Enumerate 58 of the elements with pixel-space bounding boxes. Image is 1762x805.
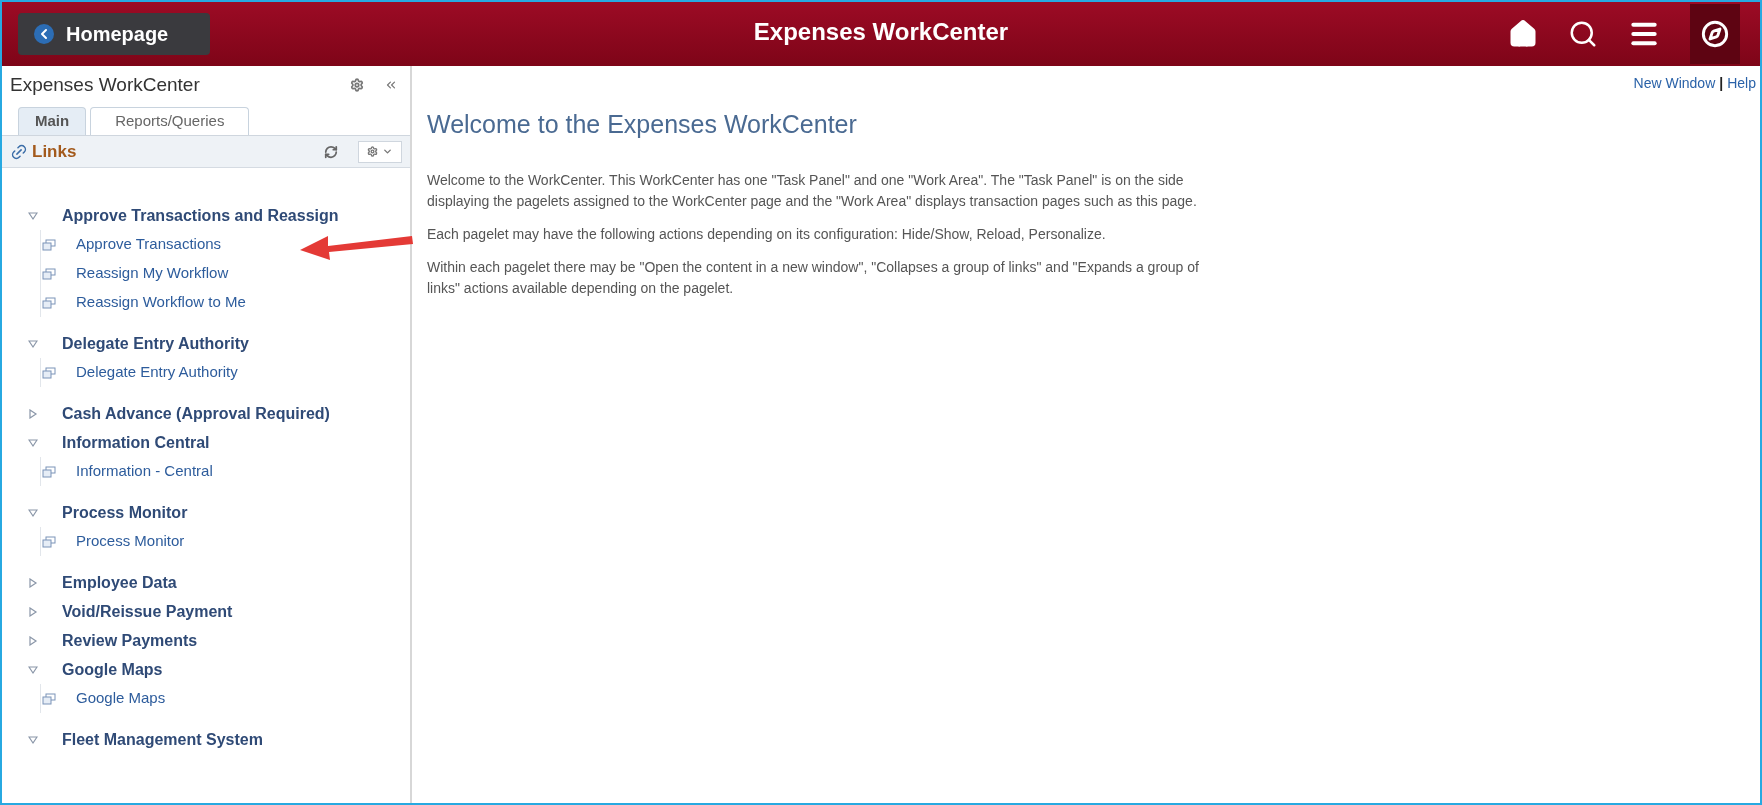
link-group-title[interactable]: Cash Advance (Approval Required) [62,401,330,426]
panel-title: Expenses WorkCenter [10,72,200,97]
welcome-heading: Welcome to the Expenses WorkCenter [427,109,858,140]
settings-icon[interactable] [350,78,364,92]
expand-triangle-icon[interactable] [28,408,38,419]
new-window-icon[interactable] [42,692,56,705]
link-group-title[interactable]: Review Payments [62,628,198,653]
link-item[interactable]: Approve Transactions [76,233,222,256]
caret-icon [382,146,393,157]
collapse-triangle-icon[interactable] [28,338,38,349]
homepage-button[interactable]: Homepage [18,13,210,55]
collapse-triangle-icon[interactable] [28,210,38,221]
new-window-icon[interactable] [42,296,56,309]
link-group-title[interactable]: Delegate Entry Authority [62,331,249,356]
new-window-icon[interactable] [42,267,56,280]
tab[interactable]: Main [18,107,87,135]
header-link[interactable]: Help [1727,72,1756,94]
page-title: Expenses WorkCenter [753,17,1009,47]
link-item[interactable]: Google Maps [76,687,166,710]
expand-triangle-icon[interactable] [28,577,38,588]
collapse-triangle-icon[interactable] [28,437,38,448]
welcome-paragraph: Each pagelet may have the following actions depending on its configuration: Hide/Show, Reload, Personalize. [427,224,1107,244]
link-item[interactable]: Delegate Entry Authority [76,361,238,384]
link-group-title[interactable]: Void/Reissue Payment [62,599,233,624]
new-window-icon[interactable] [42,535,56,548]
link-group-title[interactable]: Fleet Management System [62,727,263,752]
link-group-title[interactable]: Approve Transactions and Reassign [62,203,339,228]
link-group-title[interactable]: Google Maps [62,657,163,682]
new-window-icon[interactable] [42,366,56,379]
separator: | [1719,73,1724,93]
collapse-triangle-icon[interactable] [28,664,38,675]
options-button[interactable] [358,140,402,163]
compass-icon [1701,20,1729,48]
expand-triangle-icon[interactable] [28,606,38,617]
pagelet-title: Links [32,140,77,163]
expand-triangle-icon[interactable] [28,635,38,646]
link-group-title[interactable]: Process Monitor [62,500,188,525]
gear-icon [367,146,378,157]
header-link[interactable]: New Window [1633,72,1716,94]
back-icon [34,24,54,44]
new-window-icon[interactable] [42,238,56,251]
collapse-triangle-icon[interactable] [28,507,38,518]
tab[interactable]: Reports/Queries [90,107,250,135]
link-item[interactable]: Process Monitor [76,530,185,553]
link-group-title[interactable]: Information Central [62,430,210,455]
collapse-panel-icon[interactable] [384,78,398,92]
link-group-title[interactable]: Employee Data [62,570,177,595]
welcome-paragraph: Within each pagelet there may be "Open the content in a new window", "Collapses a group of links" and "Expands a group of links" actions available depending on the pagelet. [427,257,1200,298]
refresh-icon[interactable] [324,144,338,159]
new-window-icon[interactable] [42,465,56,478]
navigator-button[interactable] [1690,4,1740,64]
link-item[interactable]: Reassign Workflow to Me [76,291,246,314]
collapse-triangle-icon[interactable] [28,734,38,745]
link-item[interactable]: Reassign My Workflow [76,262,229,285]
home-icon[interactable] [1508,19,1538,49]
welcome-paragraph: Welcome to the WorkCenter. This WorkCenter has one "Task Panel" and one "Work Area". The "Task Panel" is on the side displaying the pagelets assigned to the WorkCenter page and the "Work Area" displays transaction pages such as this page. [427,170,1198,211]
search-icon[interactable] [1568,19,1598,49]
link-item[interactable]: Information - Central [76,460,213,483]
